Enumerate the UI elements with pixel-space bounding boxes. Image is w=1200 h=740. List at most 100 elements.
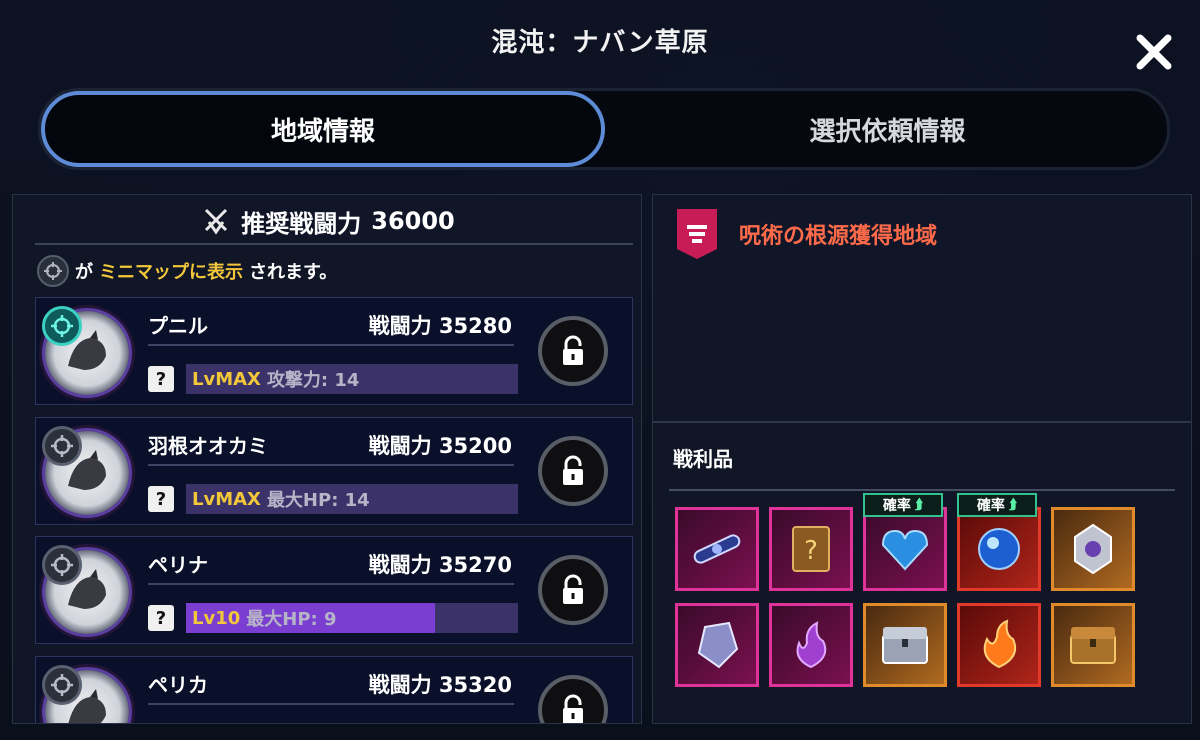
bonus-text: LvMAX 攻撃力: 14 <box>192 364 359 394</box>
rate-up-badge: 確率 ⮭ <box>863 493 943 517</box>
silver-chest-icon <box>882 627 928 664</box>
target-icon <box>51 554 73 576</box>
bonus-text: LvMAX 最大HP: 14 <box>192 484 370 514</box>
lock-icon <box>563 574 583 604</box>
track-toggle[interactable] <box>42 426 82 466</box>
crystal-shard-icon <box>697 621 739 669</box>
lock-button[interactable] <box>538 316 608 386</box>
divider <box>35 243 633 245</box>
monster-power: 戦闘力 35270 <box>369 549 512 579</box>
lock-icon <box>563 335 583 365</box>
fire-essence-icon <box>983 619 1017 669</box>
target-icon <box>37 255 69 287</box>
bonus-level: LvMAX <box>192 368 261 390</box>
lock-button[interactable] <box>538 436 608 506</box>
tab-bar: 地域情報 選択依頼情報 <box>38 88 1170 170</box>
close-icon <box>1136 34 1172 70</box>
region-info-panel: 呪術の根源獲得地域 戦利品 ? 確率 ⮭ 確率 ⮭ <box>652 194 1192 724</box>
loot-item[interactable] <box>1051 507 1135 591</box>
target-icon <box>51 674 73 696</box>
mystery-book-icon: ? <box>792 526 830 572</box>
power-label: 戦闘力 <box>368 434 432 458</box>
lock-button[interactable] <box>538 675 608 723</box>
monster-name: ペリナ <box>148 553 208 577</box>
chevron-up-icon: ⮭ <box>1008 497 1018 513</box>
lock-icon <box>563 455 583 485</box>
loot-item[interactable] <box>957 603 1041 687</box>
power-value: 35320 <box>438 673 512 697</box>
bonus-text: Lv10 最大HP: 9 <box>192 603 337 633</box>
loot-frame <box>1051 603 1135 687</box>
loot-frame: ? <box>769 507 853 591</box>
bracelet-icon <box>693 534 741 564</box>
collection-bonus-bar: LvMAX 攻撃力: 14 <box>186 364 518 394</box>
loot-item[interactable]: 確率 ⮭ <box>863 493 947 591</box>
monster-power: 戦闘力 35320 <box>369 669 512 699</box>
lock-icon <box>563 694 583 723</box>
bonus-stat: 最大HP: 9 <box>246 609 337 630</box>
monster-power: 戦闘力 35200 <box>369 430 512 460</box>
bonus-stat: 攻撃力: 14 <box>266 370 360 391</box>
loot-frame <box>1051 507 1135 591</box>
power-value: 35280 <box>438 314 512 338</box>
track-toggle[interactable] <box>42 545 82 585</box>
crossed-swords-icon <box>205 208 228 235</box>
loot-frame <box>957 603 1041 687</box>
power-label: 戦闘力 <box>368 553 432 577</box>
monster-power: 戦闘力 35280 <box>369 310 512 340</box>
help-icon[interactable]: ? <box>148 366 174 392</box>
loot-frame <box>863 603 947 687</box>
collection-bonus-bar: Lv10 最大HP: 9 <box>186 603 518 633</box>
note-prefix: が <box>75 262 93 283</box>
track-toggle[interactable] <box>42 665 82 705</box>
monster-card[interactable]: プニル 戦闘力 35280 ? LvMAX 攻撃力: 14 <box>35 297 633 405</box>
monster-panel: 推奨戦闘力 36000 が ミニマップに表示 されます。 プニル 戦闘力 352… <box>12 194 642 724</box>
collection-bonus-bar: LvMAX 最大HP: 14 <box>186 484 518 514</box>
divider <box>669 489 1175 491</box>
track-toggle[interactable] <box>42 306 82 346</box>
monster-card[interactable]: ペリカ 戦闘力 35320 ? Lv9 防御力: 8 <box>35 656 633 724</box>
minimap-note: が ミニマップに表示 されます。 <box>37 253 337 289</box>
rate-up-badge: 確率 ⮭ <box>957 493 1037 517</box>
window-title: 混沌：ナバン草原 <box>491 28 709 58</box>
region-feature: 呪術の根源獲得地域 <box>677 209 937 259</box>
rate-up-label: 確率 <box>882 498 911 514</box>
blue-orb-icon <box>978 528 1020 570</box>
loot-frame <box>863 507 947 591</box>
loot-frame <box>957 507 1041 591</box>
divider <box>148 344 514 346</box>
recommended-power-value: 36000 <box>371 207 455 235</box>
note-highlight: ミニマップに表示 <box>99 262 243 283</box>
quest-region-window: 混沌：ナバン草原 地域情報 選択依頼情報 推奨戦闘力 36000 が ミニマップ… <box>0 0 1200 740</box>
loot-item[interactable]: ? <box>769 507 853 591</box>
help-icon[interactable]: ? <box>148 486 174 512</box>
power-value: 35200 <box>438 434 512 458</box>
divider <box>653 421 1191 423</box>
monster-name: ペリカ <box>148 673 208 697</box>
divider <box>148 703 514 705</box>
svg-text:?: ? <box>804 536 818 566</box>
loot-item[interactable]: 確率 ⮭ <box>957 493 1041 591</box>
loot-frame <box>675 603 759 687</box>
loot-item[interactable] <box>863 603 947 687</box>
region-feature-text: 呪術の根源獲得地域 <box>739 224 938 249</box>
loot-item[interactable] <box>769 603 853 687</box>
silver-emblem-icon <box>1074 523 1112 575</box>
divider <box>148 583 514 585</box>
loot-item[interactable] <box>1051 603 1135 687</box>
bonus-text: Lv9 防御力: 8 <box>192 723 314 724</box>
note-suffix: されます。 <box>249 262 338 283</box>
chevron-up-icon: ⮭ <box>914 497 924 513</box>
tab-region-info[interactable]: 地域情報 <box>41 91 605 167</box>
monster-card[interactable]: 羽根オオカミ 戦闘力 35200 ? LvMAX 最大HP: 14 <box>35 417 633 525</box>
monster-name: プニル <box>148 314 208 338</box>
divider <box>148 464 514 466</box>
lock-button[interactable] <box>538 555 608 625</box>
monster-card[interactable]: ペリナ 戦闘力 35270 ? Lv10 最大HP: 9 <box>35 536 633 644</box>
close-button[interactable] <box>1132 30 1176 74</box>
tab-selected-request-info[interactable]: 選択依頼情報 <box>605 91 1170 167</box>
help-icon[interactable]: ? <box>148 605 174 631</box>
loot-item[interactable] <box>675 507 759 591</box>
loot-item[interactable] <box>675 603 759 687</box>
bonus-level: Lv10 <box>192 607 241 629</box>
